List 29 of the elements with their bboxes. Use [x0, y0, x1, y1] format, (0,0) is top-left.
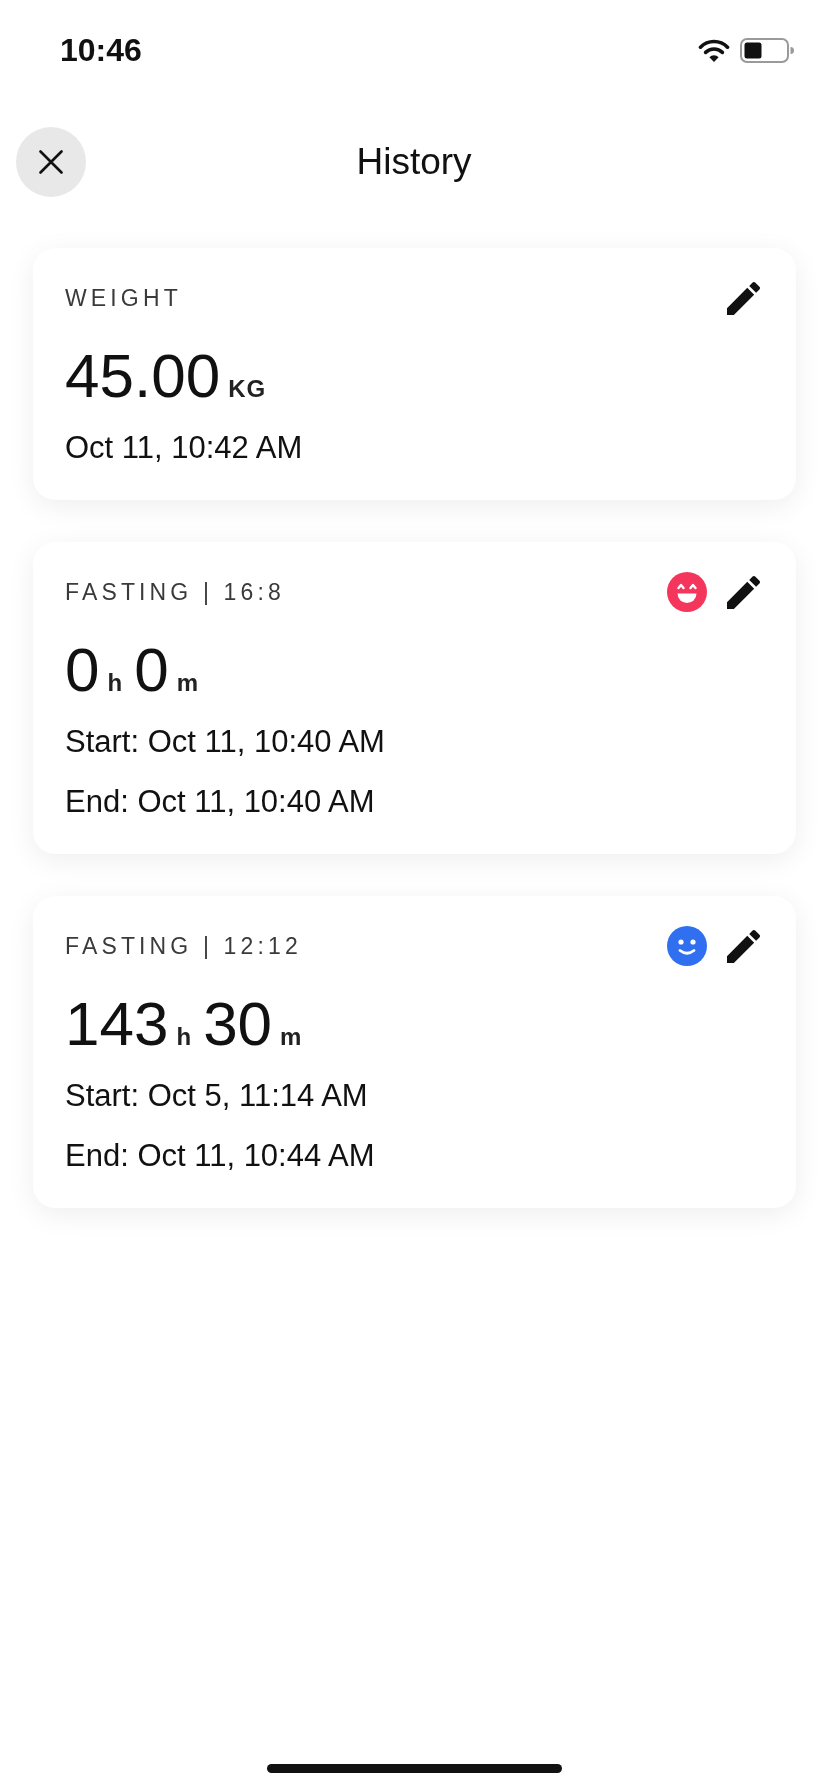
entry-time-text: End: Oct 11, 10:40 AM: [65, 783, 376, 821]
status-time: 10:46: [60, 34, 142, 66]
unit-label: h: [107, 671, 123, 695]
duration-value: 143: [65, 993, 169, 1055]
wifi-icon: [698, 38, 730, 62]
duration-value: 30: [203, 993, 273, 1055]
close-icon: [39, 150, 63, 174]
unit-label: m: [176, 671, 198, 695]
entry-time-text: Start: Oct 5, 11:14 AM: [65, 1077, 369, 1115]
entry-time-text: Oct 11, 10:42 AM: [65, 429, 304, 467]
unit-label: h: [176, 1025, 192, 1049]
weight-value: 45.00: [65, 345, 221, 407]
pencil-icon: [727, 929, 760, 963]
entry-label: WEIGHT: [65, 286, 182, 310]
pencil-icon: [727, 575, 760, 609]
entry-time-text: Start: Oct 11, 10:40 AM: [65, 723, 386, 761]
edit-button[interactable]: [727, 281, 760, 315]
edit-button[interactable]: [727, 575, 760, 609]
entry-label: FASTING | 16:8: [65, 580, 285, 604]
unit-label: m: [280, 1025, 302, 1049]
battery-icon: [740, 37, 794, 63]
duration-value: 0: [65, 639, 100, 701]
edit-button[interactable]: [727, 929, 760, 963]
entry-time-text: End: Oct 11, 10:44 AM: [65, 1137, 376, 1175]
pencil-icon: [727, 281, 760, 315]
entry-label: FASTING | 12:12: [65, 934, 302, 958]
unit-label: KG: [228, 377, 267, 401]
page-title: History: [356, 139, 472, 184]
duration-value: 0: [134, 639, 169, 701]
